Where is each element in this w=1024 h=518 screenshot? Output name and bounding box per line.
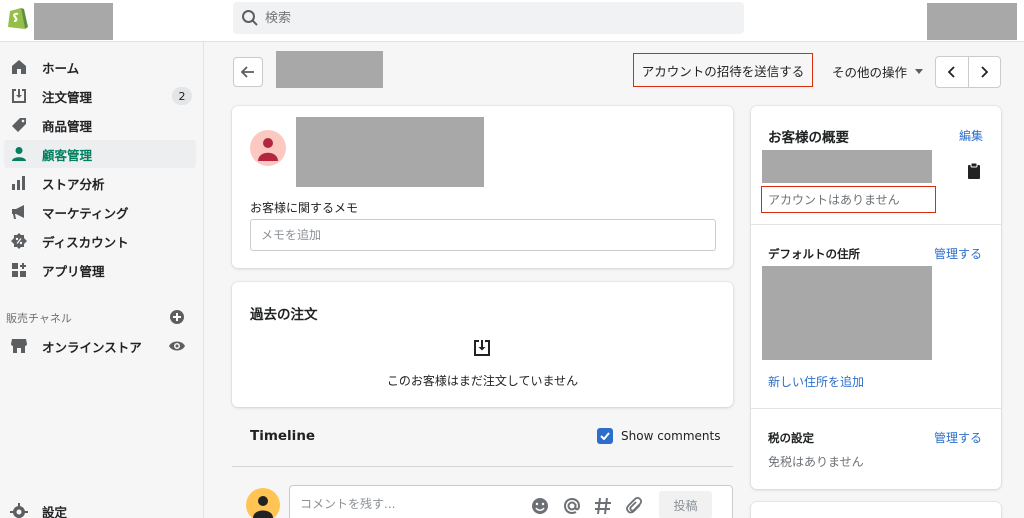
chevron-left-icon bbox=[947, 66, 955, 78]
apps-icon bbox=[10, 261, 28, 279]
tax-exemption-status: 免税はありません bbox=[768, 455, 864, 469]
orders-icon bbox=[10, 87, 28, 105]
manage-tax-link[interactable]: 管理する bbox=[934, 429, 982, 446]
past-orders-card: 過去の注文 このお客様はまだ注文していません bbox=[232, 282, 733, 407]
gear-icon bbox=[10, 502, 28, 518]
analytics-icon bbox=[10, 174, 28, 192]
sidebar-item-label: ストア分析 bbox=[42, 176, 105, 192]
orders-count-badge: 2 bbox=[172, 87, 192, 105]
account-menu-redacted[interactable] bbox=[927, 3, 1017, 40]
arrow-left-icon bbox=[241, 66, 254, 78]
orders-inbox-icon bbox=[474, 340, 490, 356]
edit-customer-link[interactable]: 編集 bbox=[959, 127, 983, 144]
sidebar-item-label: 商品管理 bbox=[42, 118, 93, 134]
sidebar-item-label: 注文管理 bbox=[42, 89, 93, 105]
sidebar-item-discounts[interactable]: ディスカウント bbox=[4, 227, 196, 255]
section-divider bbox=[751, 408, 1001, 409]
customer-info-card: お客様に関するメモ bbox=[232, 106, 733, 268]
caret-down-icon bbox=[915, 69, 924, 74]
no-orders-message: このお客様はまだ注文していません bbox=[386, 374, 579, 388]
sidebar-item-label: 設定 bbox=[42, 505, 68, 518]
sidebar-item-label: ホーム bbox=[42, 60, 80, 76]
comment-input[interactable] bbox=[300, 497, 520, 511]
previous-customer-button[interactable] bbox=[936, 57, 968, 87]
staff-avatar bbox=[246, 488, 280, 518]
chevron-right-icon bbox=[981, 66, 989, 78]
sales-channel-label: 販売チャネル bbox=[6, 312, 72, 325]
customer-overview-card: お客様の概要 編集 アカウントはありません デフォルトの住所 管理する 新しい住… bbox=[751, 106, 1001, 489]
memo-input[interactable] bbox=[250, 219, 716, 251]
mention-icon[interactable] bbox=[562, 496, 582, 516]
sidebar: ホーム 注文管理 2 商品管理 顧客管理 ストア分析 マーケティング ディスカウ… bbox=[0, 42, 204, 518]
search-icon bbox=[242, 10, 258, 26]
show-comments-label: Show comments bbox=[621, 429, 721, 443]
customer-tags-card bbox=[751, 502, 1001, 518]
sidebar-item-settings[interactable]: 設定 bbox=[10, 502, 67, 518]
tax-settings-title: 税の設定 bbox=[768, 431, 814, 445]
eye-icon[interactable] bbox=[168, 339, 186, 353]
section-divider bbox=[751, 224, 1001, 225]
megaphone-icon bbox=[10, 203, 28, 221]
comment-composer: 投稿 bbox=[289, 485, 733, 518]
person-icon bbox=[258, 138, 278, 161]
memo-label: お客様に関するメモ bbox=[250, 201, 359, 215]
sidebar-item-label: 顧客管理 bbox=[42, 147, 93, 163]
post-comment-button[interactable]: 投稿 bbox=[659, 491, 712, 518]
show-comments-toggle[interactable]: Show comments bbox=[597, 428, 720, 444]
emoji-icon[interactable] bbox=[530, 496, 550, 516]
person-icon bbox=[253, 496, 273, 518]
customer-contact-redacted bbox=[762, 150, 932, 183]
sidebar-item-marketing[interactable]: マーケティング bbox=[4, 198, 196, 226]
sidebar-item-customers[interactable]: 顧客管理 bbox=[4, 140, 196, 168]
customer-name-title-redacted bbox=[276, 51, 383, 88]
sidebar-item-analytics[interactable]: ストア分析 bbox=[4, 169, 196, 197]
more-actions-label: その他の操作 bbox=[832, 65, 908, 80]
add-channel-plus-icon[interactable] bbox=[169, 309, 185, 325]
customer-overview-title: お客様の概要 bbox=[768, 130, 849, 146]
sidebar-item-home[interactable]: ホーム bbox=[4, 53, 196, 81]
sidebar-item-label: オンラインストア bbox=[42, 339, 142, 355]
pagination bbox=[935, 56, 1001, 88]
past-orders-title: 過去の注文 bbox=[250, 307, 318, 323]
store-name-redacted bbox=[34, 3, 113, 40]
next-customer-button[interactable] bbox=[967, 57, 1000, 87]
sidebar-item-orders[interactable]: 注文管理 2 bbox=[4, 82, 196, 110]
send-account-invite-button[interactable]: アカウントの招待を送信する bbox=[633, 53, 813, 87]
timeline-divider bbox=[232, 466, 733, 467]
shopify-logo-icon[interactable] bbox=[6, 5, 28, 31]
customer-avatar bbox=[250, 130, 286, 166]
hashtag-icon[interactable] bbox=[593, 496, 613, 516]
default-address-redacted bbox=[762, 266, 932, 360]
default-address-title: デフォルトの住所 bbox=[768, 247, 860, 261]
sidebar-item-apps[interactable]: アプリ管理 bbox=[4, 256, 196, 284]
sidebar-item-label: アプリ管理 bbox=[42, 263, 105, 279]
no-account-status: アカウントはありません bbox=[761, 186, 936, 213]
discount-icon bbox=[10, 232, 28, 250]
customer-name-redacted bbox=[296, 117, 484, 187]
sidebar-item-products[interactable]: 商品管理 bbox=[4, 111, 196, 139]
tag-icon bbox=[10, 116, 28, 134]
home-icon bbox=[10, 58, 28, 76]
top-bar bbox=[0, 0, 1024, 42]
show-comments-checkbox[interactable] bbox=[597, 428, 613, 444]
search-input[interactable] bbox=[265, 10, 735, 26]
attachment-icon[interactable] bbox=[625, 496, 645, 516]
clipboard-icon[interactable] bbox=[967, 162, 981, 180]
add-new-address-link[interactable]: 新しい住所を追加 bbox=[768, 373, 864, 390]
manage-address-link[interactable]: 管理する bbox=[934, 245, 982, 262]
sidebar-item-label: ディスカウント bbox=[42, 234, 129, 250]
more-actions-button[interactable]: その他の操作 bbox=[832, 62, 924, 81]
back-button[interactable] bbox=[233, 57, 263, 87]
timeline-title: Timeline bbox=[250, 428, 316, 444]
search-bar[interactable] bbox=[233, 2, 744, 34]
store-icon bbox=[10, 337, 28, 355]
person-icon bbox=[10, 145, 28, 163]
sidebar-item-label: マーケティング bbox=[42, 205, 129, 221]
checkmark-icon bbox=[600, 432, 610, 440]
